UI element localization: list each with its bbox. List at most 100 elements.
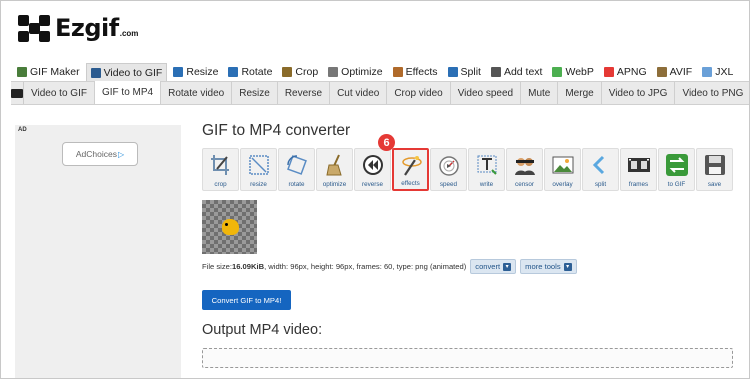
tool-label: censor bbox=[515, 181, 534, 188]
nav-item-label: Effects bbox=[405, 66, 438, 78]
nav-item-label: JXL bbox=[715, 66, 734, 78]
tool-label: save bbox=[707, 181, 722, 188]
page-title: GIF to MP4 converter bbox=[202, 122, 351, 139]
nav-item-video-to-gif[interactable]: Video to GIF bbox=[85, 63, 168, 82]
adchoices-label: AdChoices bbox=[75, 149, 117, 159]
nav-item-label: APNG bbox=[616, 66, 647, 78]
nav-item-effects[interactable]: Effects bbox=[389, 63, 442, 81]
nav-item-label: Video to GIF bbox=[103, 67, 163, 79]
output-title: Output MP4 video: bbox=[202, 322, 323, 338]
nav-item-add-text[interactable]: Add text bbox=[487, 63, 547, 81]
resize-icon bbox=[173, 67, 184, 77]
tool-label: frames bbox=[628, 181, 649, 188]
tool-label: optimize bbox=[322, 181, 347, 188]
text-icon bbox=[490, 67, 501, 77]
tool-nav: GIF Maker Video to GIF Resize Rotate Crop Opt… bbox=[13, 63, 739, 82]
tab-merge[interactable]: Merge bbox=[558, 82, 602, 104]
nav-item-jxl[interactable]: JXL bbox=[698, 63, 737, 81]
tab-crop-video[interactable]: Crop video bbox=[387, 82, 451, 104]
tab-gif-to-mp4[interactable]: GIF to MP4 bbox=[94, 81, 162, 104]
tool-buttons-row: crop resize rotate optimize reverse effects sp… bbox=[202, 148, 734, 191]
tool-label: rotate bbox=[288, 181, 305, 188]
file-size: 16.09KiB bbox=[231, 262, 265, 271]
tool-rotate-button[interactable]: rotate bbox=[278, 148, 315, 191]
nav-item-label: Rotate bbox=[241, 66, 273, 78]
tool-label: reverse bbox=[362, 181, 383, 188]
tool-write-button[interactable]: write bbox=[468, 148, 505, 191]
page-frame: Ezgif .com GIF Maker Video to GIF Resize Ro… bbox=[0, 0, 750, 379]
nav-item-label: Split bbox=[460, 66, 481, 78]
ad-label: AD bbox=[18, 127, 27, 133]
tool-to-gif-button[interactable]: to GIF bbox=[658, 148, 695, 191]
clapperboard-icon bbox=[11, 82, 24, 104]
nav-item-label: Crop bbox=[295, 66, 319, 78]
broom-icon bbox=[322, 152, 347, 177]
webp-icon bbox=[552, 67, 563, 77]
more-tools-button[interactable]: more tools ▾ bbox=[520, 259, 577, 274]
tab-resize[interactable]: Resize bbox=[232, 82, 278, 104]
tool-label: split bbox=[594, 181, 607, 188]
nav-item-crop[interactable]: Crop bbox=[278, 63, 322, 81]
tool-frames-button[interactable]: frames bbox=[620, 148, 657, 191]
nav-item-gif-maker[interactable]: GIF Maker bbox=[13, 63, 84, 81]
tool-label: overlay bbox=[552, 181, 573, 188]
ad-panel: AD AdChoices ▷ bbox=[15, 125, 181, 378]
chevron-down-icon: ▾ bbox=[503, 262, 512, 271]
more-tools-label: more tools bbox=[525, 262, 561, 271]
convert-dropdown-button[interactable]: convert ▾ bbox=[470, 259, 517, 274]
tool-optimize-button[interactable]: optimize bbox=[316, 148, 353, 191]
tool-split-button[interactable]: split bbox=[582, 148, 619, 191]
nav-item-resize[interactable]: Resize bbox=[169, 63, 222, 81]
tab-video-speed[interactable]: Video speed bbox=[451, 82, 522, 104]
text-icon bbox=[474, 152, 499, 177]
tool-save-button[interactable]: save bbox=[696, 148, 733, 191]
tool-label: write bbox=[479, 181, 494, 188]
tab-cut-video[interactable]: Cut video bbox=[330, 82, 388, 104]
nav-item-optimize[interactable]: Optimize bbox=[324, 63, 386, 81]
nav-item-avif[interactable]: AVIF bbox=[653, 63, 697, 81]
censor-icon bbox=[512, 152, 537, 177]
tool-label: effects bbox=[401, 180, 420, 187]
tool-speed-button[interactable]: speed bbox=[430, 148, 467, 191]
jxl-icon bbox=[702, 67, 713, 77]
output-video-area bbox=[202, 348, 733, 368]
tool-label: to GIF bbox=[667, 181, 686, 188]
magic-wand-icon bbox=[399, 153, 424, 178]
tab-rotate-video[interactable]: Rotate video bbox=[161, 82, 233, 104]
tab-video-to-png[interactable]: Video to PNG bbox=[675, 82, 749, 104]
ezgif-logo[interactable]: Ezgif .com bbox=[16, 13, 138, 43]
adchoices-button[interactable]: AdChoices ▷ bbox=[62, 142, 138, 166]
effects-icon bbox=[392, 67, 403, 77]
nav-item-webp[interactable]: WebP bbox=[548, 63, 597, 81]
tool-label: resize bbox=[250, 181, 267, 188]
tool-effects-button[interactable]: effects bbox=[392, 148, 429, 191]
chick-sprite bbox=[222, 219, 239, 235]
tab-video-to-jpg[interactable]: Video to JPG bbox=[602, 82, 676, 104]
tool-resize-button[interactable]: resize bbox=[240, 148, 277, 191]
nav-item-label: AVIF bbox=[669, 66, 693, 78]
nav-item-label: Add text bbox=[503, 66, 543, 78]
tool-overlay-button[interactable]: overlay bbox=[544, 148, 581, 191]
tool-reverse-button[interactable]: reverse bbox=[354, 148, 391, 191]
nav-item-apng[interactable]: APNG bbox=[600, 63, 651, 81]
tool-crop-button[interactable]: crop bbox=[202, 148, 239, 191]
logo-mark-icon bbox=[16, 13, 50, 43]
logo-text: Ezgif bbox=[55, 14, 119, 42]
file-info: File size: 16.09KiB , width: 96px, heigh… bbox=[202, 259, 577, 274]
speedometer-icon bbox=[436, 152, 461, 177]
nav-item-split[interactable]: Split bbox=[444, 63, 485, 81]
tab-reverse[interactable]: Reverse bbox=[278, 82, 331, 104]
nav-item-label: WebP bbox=[565, 66, 594, 78]
tab-video-to-gif[interactable]: Video to GIF bbox=[24, 82, 95, 104]
convert-gif-to-mp4-button[interactable]: Convert GIF to MP4! bbox=[202, 290, 291, 310]
convert-arrows-icon bbox=[664, 152, 689, 177]
rotate-icon bbox=[228, 67, 239, 77]
nav-item-rotate[interactable]: Rotate bbox=[224, 63, 276, 81]
floppy-disk-icon bbox=[702, 152, 727, 177]
file-info-prefix: File size: bbox=[202, 262, 232, 271]
nav-item-label: Optimize bbox=[341, 66, 383, 78]
tab-mute[interactable]: Mute bbox=[521, 82, 559, 104]
tool-censor-button[interactable]: censor bbox=[506, 148, 543, 191]
crop-icon bbox=[282, 67, 293, 77]
crop-icon bbox=[208, 152, 233, 177]
